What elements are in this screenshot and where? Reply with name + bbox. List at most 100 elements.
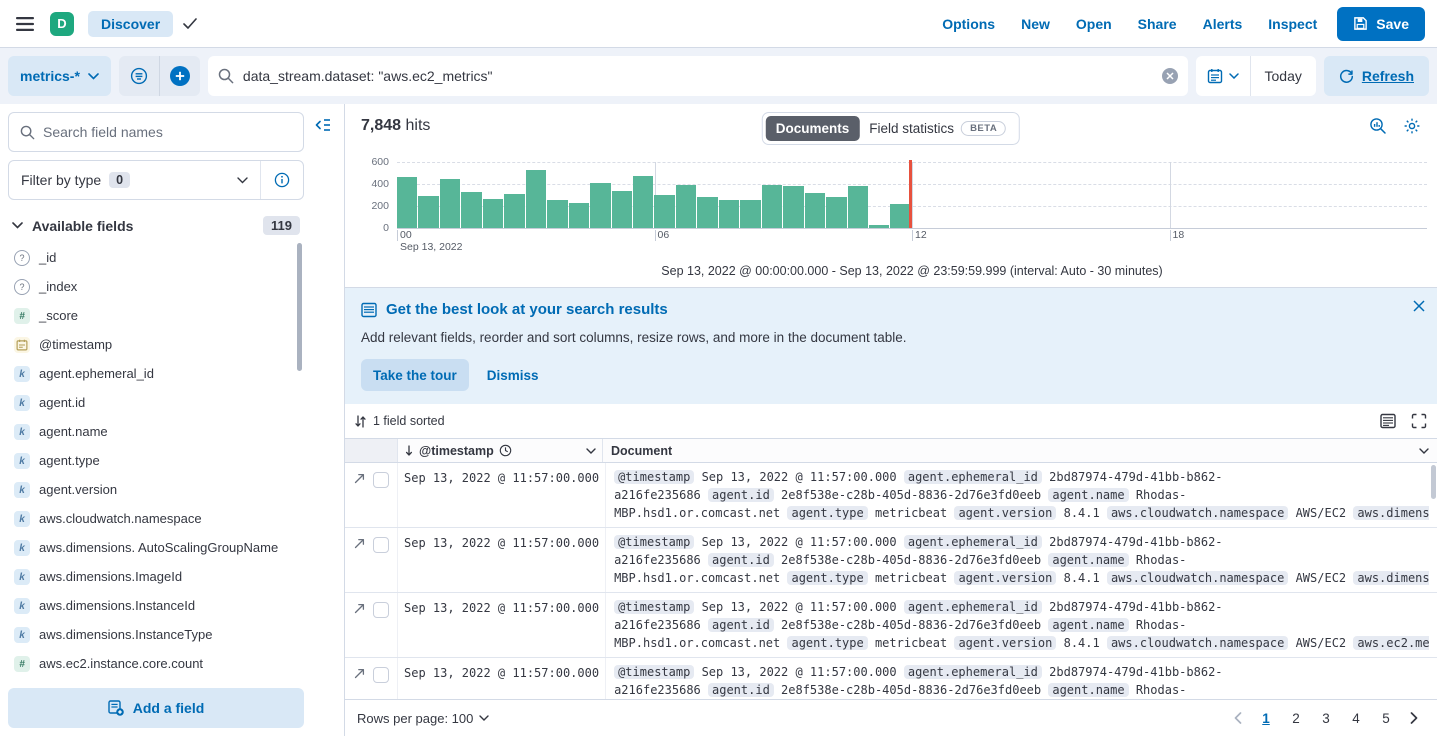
refresh-button[interactable]: Refresh (1324, 56, 1429, 96)
nav-link-share[interactable]: Share (1138, 16, 1177, 32)
histogram-bar[interactable] (397, 177, 417, 228)
hits-label: hits (406, 117, 431, 134)
nav-link-options[interactable]: Options (942, 16, 995, 32)
document-rows: Sep 13, 2022 @ 11:57:00.000 @timestamp S… (345, 463, 1437, 699)
previous-page-icon[interactable] (1227, 705, 1249, 731)
page-2[interactable]: 2 (1283, 705, 1309, 731)
histogram-bar[interactable] (526, 170, 546, 228)
field-list-item[interactable]: ? _id (8, 243, 294, 272)
nav-link-new[interactable]: New (1021, 16, 1050, 32)
add-field-icon (108, 700, 124, 716)
expand-document-icon[interactable] (353, 472, 366, 485)
histogram-bar[interactable] (547, 200, 567, 228)
table-scrollbar[interactable] (1431, 465, 1436, 499)
menu-icon[interactable] (14, 13, 36, 35)
histogram-bar[interactable] (633, 176, 653, 228)
breadcrumb-discover[interactable]: Discover (88, 11, 173, 37)
save-button[interactable]: Save (1337, 7, 1425, 41)
histogram-bar[interactable] (848, 186, 868, 228)
nav-link-inspect[interactable]: Inspect (1268, 16, 1317, 32)
histogram-chart: 600 400 200 0 00 06 12 18 Sep 13, 2022 S… (345, 148, 1437, 287)
inspect-chart-icon[interactable] (1369, 117, 1387, 135)
expand-document-icon[interactable] (353, 537, 366, 550)
histogram-bar[interactable] (418, 196, 438, 228)
field-list-item[interactable]: # _score (8, 301, 294, 330)
field-list-item[interactable]: ? _index (8, 272, 294, 301)
date-quick-select[interactable] (1196, 68, 1250, 84)
close-icon[interactable] (1413, 300, 1425, 312)
field-list-item[interactable]: k aws.dimensions. AutoScalingGroupName (8, 533, 294, 562)
nav-link-alerts[interactable]: Alerts (1203, 16, 1243, 32)
histogram-bar[interactable] (826, 197, 846, 228)
field-type-icon: k (14, 453, 30, 469)
field-list-item[interactable]: k aws.cloudwatch.namespace (8, 504, 294, 533)
expand-document-icon[interactable] (353, 667, 366, 680)
field-list-item[interactable]: # aws.ec2.instance.core.count (8, 649, 294, 678)
histogram-bar[interactable] (697, 197, 717, 228)
histogram-bar[interactable] (483, 199, 503, 228)
gear-icon[interactable] (1403, 117, 1421, 135)
dismiss-button[interactable]: Dismiss (487, 368, 539, 383)
field-filters-info-icon[interactable] (261, 172, 303, 188)
space-avatar[interactable]: D (50, 12, 74, 36)
filter-by-type-label: Filter by type (21, 172, 101, 188)
histogram-bar[interactable] (676, 185, 696, 228)
collapse-sidebar-icon[interactable] (315, 118, 331, 132)
histogram-bar[interactable] (504, 194, 524, 228)
take-tour-button[interactable]: Take the tour (361, 359, 469, 391)
field-list-item[interactable]: k aws.dimensions.InstanceType (8, 620, 294, 649)
field-list-item[interactable]: k agent.version (8, 475, 294, 504)
row-checkbox[interactable] (373, 472, 389, 488)
field-list-item[interactable]: k aws.dimensions.InstanceId (8, 591, 294, 620)
histogram-bar[interactable] (590, 183, 610, 228)
histogram-bar[interactable] (890, 204, 910, 228)
histogram-bar[interactable] (719, 200, 739, 228)
row-checkbox[interactable] (373, 602, 389, 618)
display-options-icon[interactable] (1380, 413, 1396, 429)
sorted-fields-button[interactable]: 1 field sorted (355, 414, 445, 428)
date-range-label[interactable]: Today (1251, 68, 1316, 84)
histogram-bar[interactable] (783, 186, 803, 228)
histogram-bar[interactable] (805, 193, 825, 228)
fullscreen-icon[interactable] (1411, 413, 1427, 429)
timestamp-column-header[interactable]: @timestamp (398, 439, 603, 462)
page-1[interactable]: 1 (1253, 705, 1279, 731)
nav-link-open[interactable]: Open (1076, 16, 1112, 32)
rows-per-page-button[interactable]: Rows per page: 100 (357, 711, 489, 726)
page-4[interactable]: 4 (1343, 705, 1369, 731)
chart-options (1369, 117, 1421, 135)
histogram-bar[interactable] (569, 203, 589, 228)
tab-field-statistics[interactable]: Field statistics BETA (859, 116, 1016, 141)
available-fields-header[interactable]: Available fields 119 (8, 200, 304, 243)
tab-documents[interactable]: Documents (766, 116, 860, 141)
document-column-header[interactable]: Document (603, 439, 1437, 462)
row-checkbox[interactable] (373, 537, 389, 553)
histogram-bar[interactable] (740, 200, 760, 228)
page-3[interactable]: 3 (1313, 705, 1339, 731)
add-filter-button[interactable] (160, 56, 200, 96)
histogram-bar[interactable] (612, 191, 632, 228)
field-list-item[interactable]: k agent.ephemeral_id (8, 359, 294, 388)
histogram-bar[interactable] (461, 192, 481, 228)
sidebar-scrollbar[interactable] (297, 243, 302, 371)
next-page-icon[interactable] (1403, 705, 1425, 731)
field-search-input[interactable] (43, 124, 292, 140)
clear-query-icon[interactable] (1162, 68, 1178, 84)
field-list-item[interactable]: k agent.type (8, 446, 294, 475)
page-5[interactable]: 5 (1373, 705, 1399, 731)
histogram-bar[interactable] (654, 195, 674, 228)
field-chip: agent.version (954, 636, 1056, 650)
field-list-item[interactable]: k agent.name (8, 417, 294, 446)
saved-query-icon[interactable] (119, 56, 159, 96)
field-list-item[interactable]: k aws.dimensions.ImageId (8, 562, 294, 591)
query-input[interactable] (243, 68, 1153, 84)
row-checkbox[interactable] (373, 667, 389, 683)
field-list-item[interactable]: k agent.id (8, 388, 294, 417)
expand-document-icon[interactable] (353, 602, 366, 615)
histogram-bar[interactable] (440, 179, 460, 229)
data-view-picker[interactable]: metrics-* (8, 56, 111, 96)
add-field-button[interactable]: Add a field (8, 688, 304, 728)
filter-by-type-button[interactable]: Filter by type 0 (9, 172, 260, 188)
histogram-bar[interactable] (762, 185, 782, 228)
field-list-item[interactable]: @timestamp (8, 330, 294, 359)
